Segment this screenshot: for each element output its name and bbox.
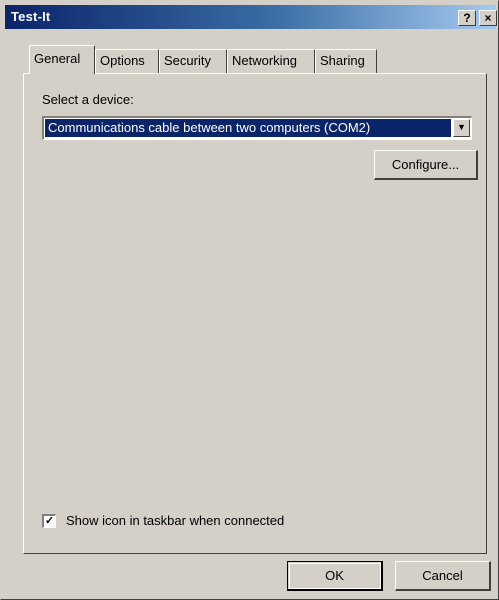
- device-select[interactable]: Communications cable between two compute…: [42, 116, 472, 140]
- window-title: Test-It: [11, 9, 51, 24]
- tab-networking[interactable]: Networking: [227, 49, 315, 73]
- show-icon-checkbox[interactable]: ✓: [42, 514, 56, 528]
- title-bar[interactable]: Test-It ? ×: [5, 5, 497, 29]
- tab-general[interactable]: General: [29, 45, 95, 74]
- help-icon: ?: [463, 11, 471, 25]
- help-button[interactable]: ?: [458, 10, 476, 26]
- general-tab-panel: Select a device: Communications cable be…: [23, 73, 487, 554]
- tab-security[interactable]: Security: [159, 49, 227, 73]
- show-icon-label: Show icon in taskbar when connected: [66, 513, 285, 528]
- cancel-button[interactable]: Cancel: [395, 561, 491, 591]
- dropdown-arrow-button[interactable]: ▼: [453, 119, 470, 137]
- checkmark-icon: ✓: [44, 515, 55, 527]
- dialog-window: Test-It ? × General Options Security Net…: [0, 0, 499, 600]
- close-button[interactable]: ×: [479, 10, 497, 26]
- tab-sharing[interactable]: Sharing: [315, 49, 377, 73]
- device-select-value: Communications cable between two compute…: [45, 119, 451, 137]
- close-icon: ×: [484, 11, 492, 25]
- ok-button[interactable]: OK: [287, 561, 383, 591]
- device-label: Select a device:: [42, 92, 134, 107]
- tab-options[interactable]: Options: [95, 49, 159, 73]
- configure-button[interactable]: Configure...: [374, 150, 478, 180]
- chevron-down-icon: ▼: [457, 122, 466, 132]
